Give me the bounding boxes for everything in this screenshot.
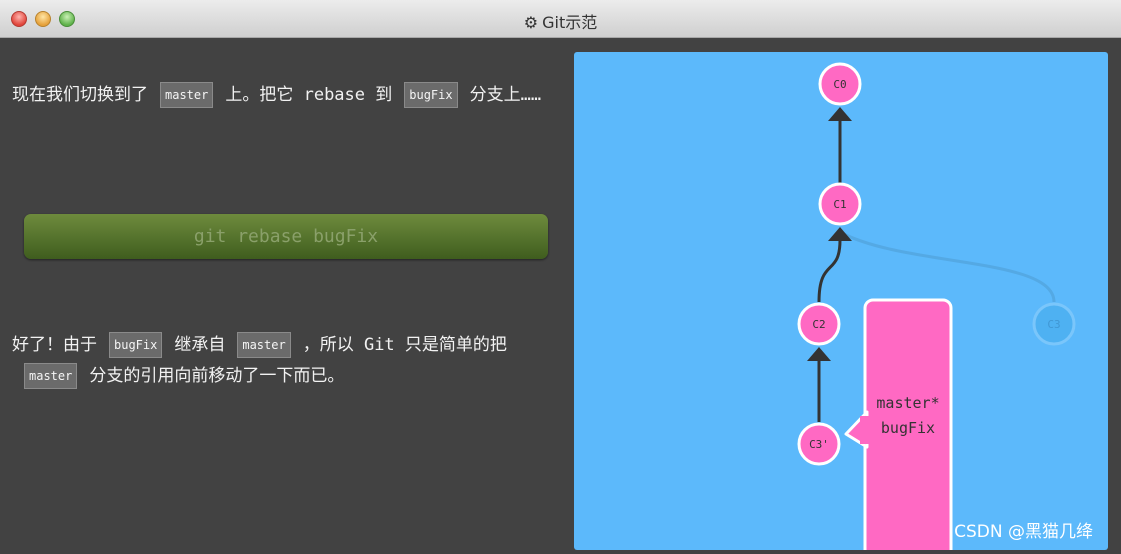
instruction-text: 继承自 — [174, 335, 226, 355]
arrowhead-c0 — [828, 107, 852, 121]
window-title: ⚙ Git示范 — [0, 9, 1121, 33]
commit-label: C3' — [809, 438, 829, 451]
git-graph-panel: master* bugFix C0 C1 C2 C3' C3 CSDN @黑猫几… — [574, 52, 1108, 550]
commit-c2: C2 — [797, 302, 841, 346]
instruction-paragraph-1: 现在我们切换到了 master 上。把它 rebase 到 bugFix 分支上…… — [12, 80, 557, 111]
code-tag-master: master — [237, 332, 291, 358]
code-tag-bugfix: bugFix — [404, 82, 458, 108]
watermark: CSDN @黑猫几绛 — [954, 522, 1093, 542]
instructions-pane: 现在我们切换到了 master 上。把它 rebase 到 bugFix 分支上…… g… — [0, 38, 565, 554]
instruction-paragraph-2: 好了！由于 bugFix 继承自 master ，所以 Git 只是简单的把 master… — [12, 330, 557, 392]
window-title-text: Git示范 — [542, 13, 598, 32]
commit-graph: master* bugFix C0 C1 C2 C3' C3 — [797, 62, 1076, 550]
run-command-button[interactable]: git rebase bugFix — [24, 214, 548, 259]
instruction-text: 上。把它 rebase 到 — [225, 85, 393, 105]
gear-icon: ⚙ — [523, 13, 539, 32]
code-tag-master: master — [24, 363, 78, 389]
commit-label: C0 — [833, 78, 846, 91]
branch-pointer-join — [860, 416, 870, 444]
commit-c3-prime: C3' — [797, 422, 841, 466]
arrowhead-c1 — [828, 227, 852, 241]
code-tag-master: master — [160, 82, 214, 108]
commit-c1: C1 — [818, 182, 862, 226]
code-tag-bugfix: bugFix — [109, 332, 163, 358]
commit-label: C1 — [833, 198, 846, 211]
arrowhead-c2 — [807, 347, 831, 361]
edge-c2-c1 — [817, 239, 842, 303]
commit-label: C3 — [1047, 318, 1060, 331]
instruction-text: ，所以 Git 只是简单的把 — [302, 335, 507, 355]
commit-c0: C0 — [818, 62, 862, 106]
title-bar: ⚙ Git示范 — [0, 0, 1121, 38]
instruction-text: 分支上…… — [469, 85, 542, 105]
instruction-text: 分支的引用向前移动了一下而已。 — [89, 366, 345, 386]
instruction-text: 现在我们切换到了 — [12, 85, 148, 105]
instruction-text: 好了！由于 — [12, 335, 97, 355]
edge-c3-c1 — [839, 230, 1056, 303]
branch-label-master: master* — [876, 394, 939, 412]
commit-c3-faded: C3 — [1032, 302, 1076, 346]
commit-label: C2 — [812, 318, 825, 331]
branch-label-bugfix: bugFix — [881, 419, 935, 437]
